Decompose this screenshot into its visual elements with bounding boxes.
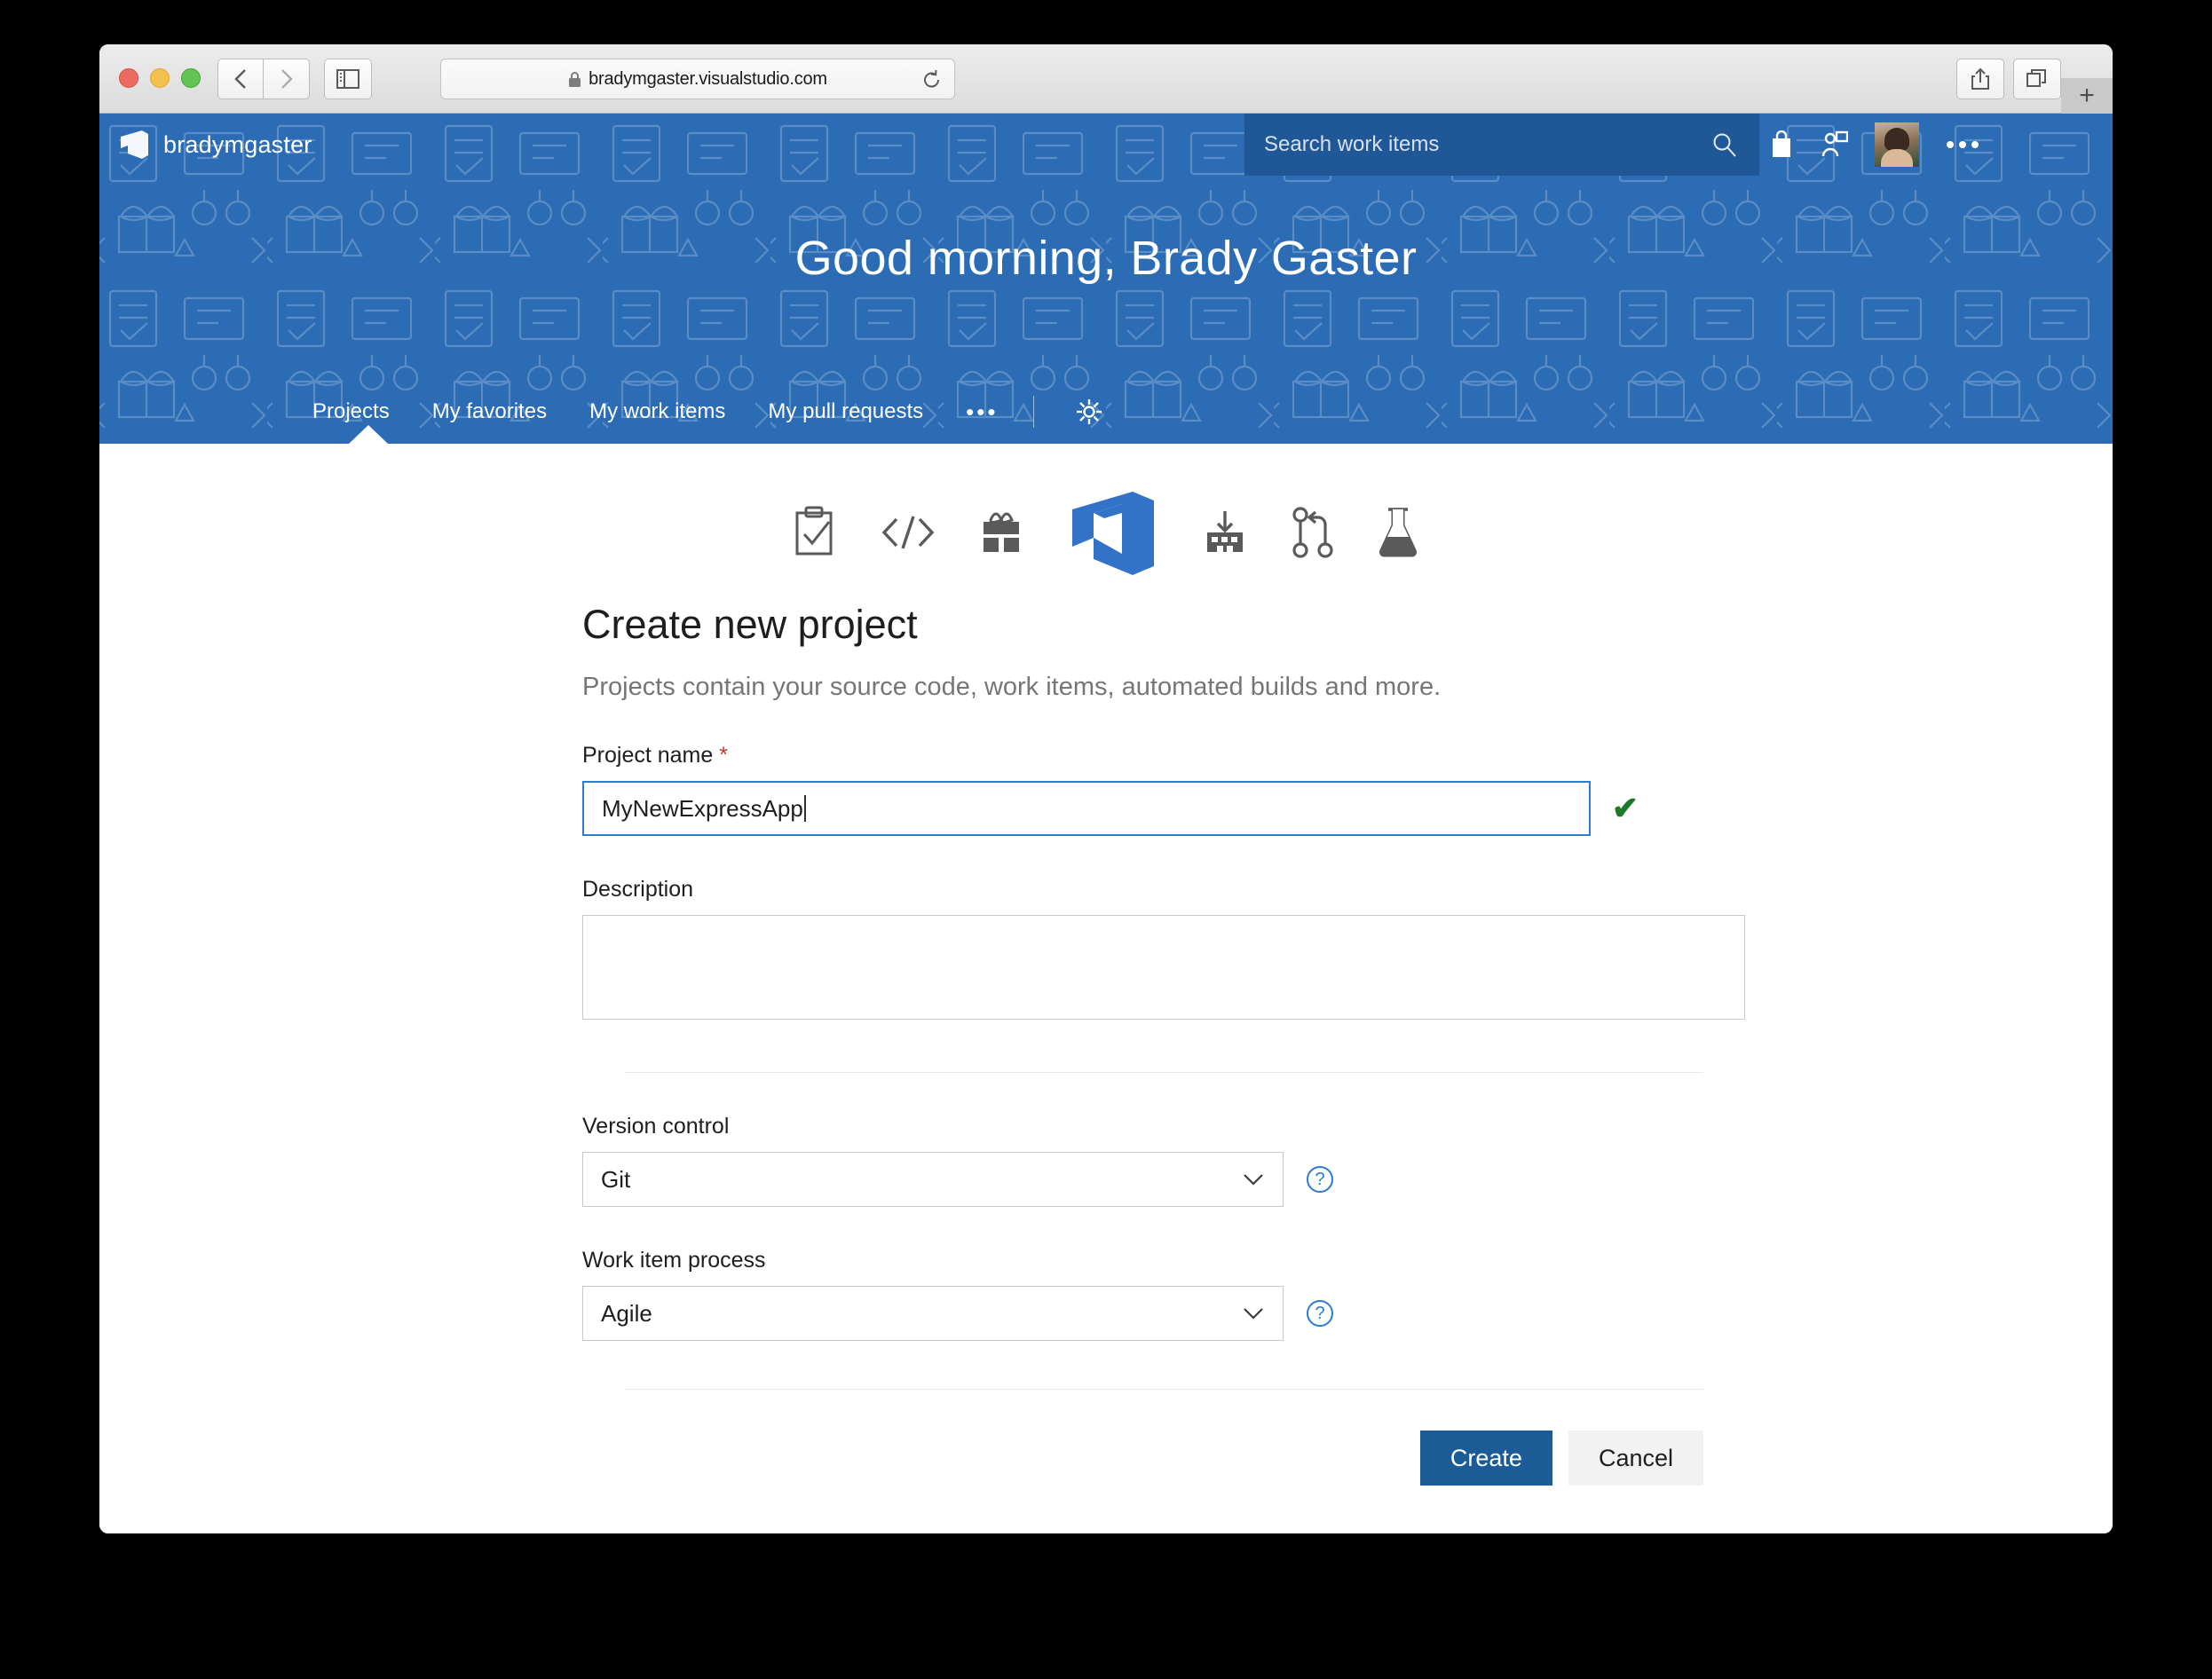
greeting-text: Good morning, Brady Gaster [794, 232, 1418, 285]
navigation-buttons[interactable] [217, 59, 310, 99]
browser-right-buttons[interactable] [1956, 59, 2061, 99]
project-name-label-text: Project name [582, 743, 714, 768]
form-divider-top [625, 1072, 1703, 1073]
sidebar-toggle-icon [336, 69, 359, 89]
share-button[interactable] [1956, 59, 2004, 99]
org-name: bradymgaster [163, 130, 312, 158]
required-asterisk: * [719, 743, 728, 768]
vsts-logo-icon [1072, 492, 1154, 575]
vsts-logo-icon [121, 130, 148, 159]
description-label: Description [582, 877, 694, 902]
url-bar[interactable]: bradymgaster.visualstudio.com [440, 59, 955, 99]
code-brackets-icon [881, 516, 935, 549]
description-textarea[interactable] [582, 915, 1745, 1020]
form-divider-bottom [625, 1389, 1703, 1390]
chevron-right-icon [280, 69, 293, 89]
text-caret [803, 795, 806, 822]
maximize-window-button[interactable] [181, 68, 201, 88]
reload-button[interactable] [922, 69, 942, 95]
help-question-icon[interactable]: ? [1307, 1300, 1333, 1327]
create-project-panel: Create new project Projects contain your… [99, 444, 2113, 1533]
nav-tab-my-pull-requests[interactable]: My pull requests [768, 399, 923, 424]
vsts-topbar: bradymgaster [99, 114, 2113, 176]
work-items-clipboard-icon [795, 506, 833, 556]
search-icon[interactable] [1711, 131, 1738, 158]
browser-window: bradymgaster.visualstudio.com + bradymga… [99, 44, 2113, 1533]
new-tab-button[interactable]: + [2061, 78, 2113, 114]
nav-divider [1033, 396, 1035, 428]
service-icon-row [99, 479, 2113, 586]
work-item-process-select[interactable]: Agile [582, 1286, 1284, 1341]
sidebar-toggle-button[interactable] [324, 59, 372, 99]
close-window-button[interactable] [119, 68, 138, 88]
package-gift-icon [984, 512, 1019, 552]
pull-request-branch-icon [1292, 507, 1333, 558]
back-button[interactable] [217, 59, 264, 99]
build-factory-icon [1207, 511, 1243, 552]
project-name-row: MyNewExpressApp ✔ [582, 781, 1639, 836]
more-actions-ellipsis-icon[interactable] [1946, 139, 1979, 150]
chevron-down-icon [1244, 1174, 1263, 1186]
project-name-label: Project name * [582, 743, 1639, 769]
version-control-select[interactable]: Git [582, 1152, 1284, 1207]
page-subtitle: Projects contain your source code, work … [582, 673, 1442, 701]
forward-button[interactable] [264, 59, 310, 99]
work-item-process-value: Agile [601, 1299, 652, 1327]
chevron-down-icon [1244, 1308, 1263, 1320]
create-button[interactable]: Create [1419, 1431, 1552, 1486]
org-brand[interactable]: bradymgaster [119, 129, 312, 161]
lock-icon [569, 71, 581, 87]
version-control-row: Git ? [582, 1152, 1639, 1207]
url-text: bradymgaster.visualstudio.com [589, 68, 827, 89]
checkmark-icon: ✔ [1611, 790, 1639, 826]
version-control-label: Version control [582, 1114, 730, 1139]
project-name-value: MyNewExpressApp [602, 794, 803, 822]
minimize-window-button[interactable] [150, 68, 170, 88]
main-nav-tabs[interactable]: Projects My favorites My work items My p… [99, 380, 2113, 444]
share-icon [1971, 67, 1989, 90]
gear-icon[interactable] [1075, 398, 1103, 426]
avatar[interactable] [1875, 122, 1919, 167]
nav-tab-my-work-items[interactable]: My work items [589, 399, 725, 424]
page-title: Create new project [582, 602, 918, 647]
search-box[interactable] [1244, 114, 1759, 176]
show-all-tabs-icon [2026, 69, 2046, 87]
show-all-tabs-button[interactable] [2013, 59, 2061, 99]
active-tab-pointer [348, 425, 389, 444]
nav-tab-more-ellipsis[interactable]: ••• [966, 398, 998, 426]
search-input[interactable] [1244, 132, 1711, 157]
form-actions: Create Cancel [582, 1431, 1703, 1486]
cancel-button[interactable]: Cancel [1568, 1431, 1703, 1486]
user-feedback-icon[interactable] [1821, 130, 1848, 159]
work-item-process-label: Work item process [582, 1248, 766, 1273]
nav-tab-my-favorites[interactable]: My favorites [432, 399, 547, 424]
window-controls[interactable] [119, 68, 201, 88]
version-control-value: Git [601, 1165, 631, 1193]
vsts-header: bradymgaster Search work items Good morn… [99, 114, 2113, 444]
project-name-input[interactable]: MyNewExpressApp [582, 781, 1591, 836]
topbar-icons[interactable] [1768, 114, 1979, 176]
test-flask-icon [1379, 508, 1418, 557]
nav-tab-projects[interactable]: Projects [312, 399, 390, 424]
marketplace-bag-icon[interactable] [1768, 130, 1795, 159]
create-project-form: Create new project Projects contain your… [573, 602, 1745, 1486]
browser-chrome: bradymgaster.visualstudio.com + [99, 44, 2113, 114]
work-item-process-row: Agile ? [582, 1286, 1639, 1341]
chevron-left-icon [234, 69, 246, 89]
help-question-icon[interactable]: ? [1307, 1166, 1333, 1193]
reload-icon [924, 69, 940, 88]
